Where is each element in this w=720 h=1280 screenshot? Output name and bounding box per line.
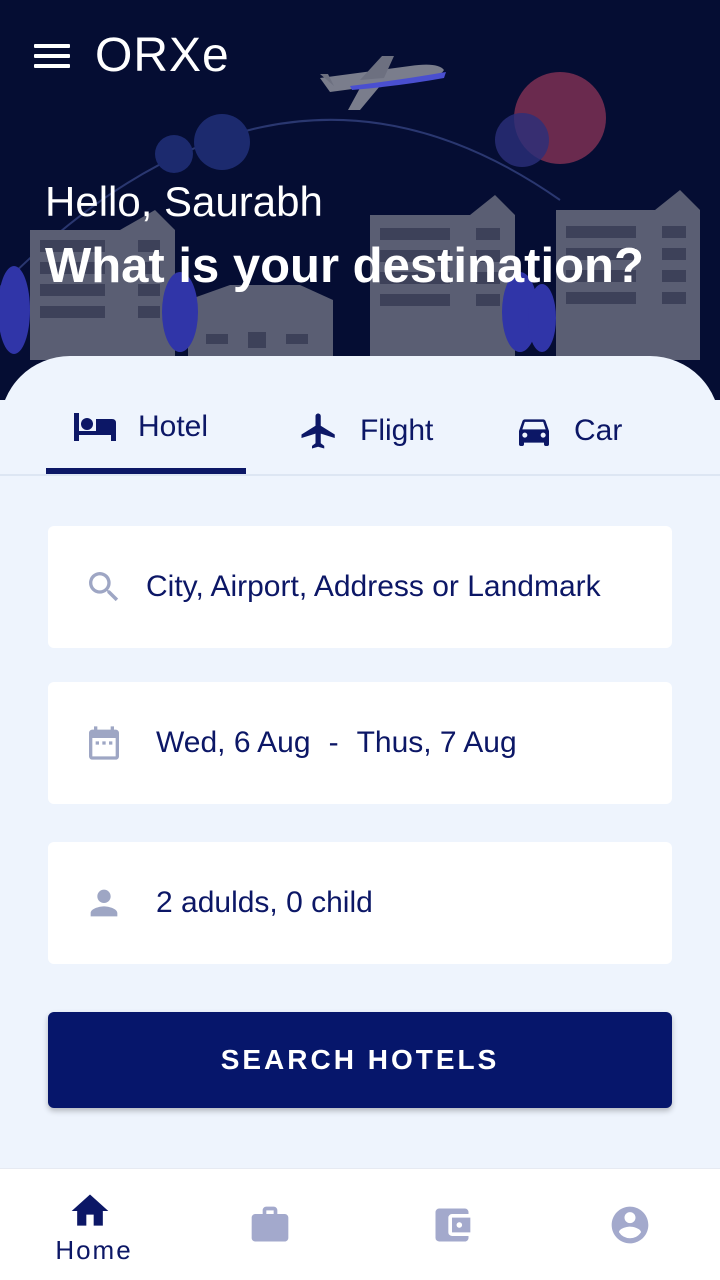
location-search-field[interactable]: City, Airport, Address or Landmark: [48, 526, 672, 648]
airplane-icon: [301, 413, 335, 449]
location-placeholder: City, Airport, Address or Landmark: [146, 570, 601, 603]
briefcase-icon: [251, 1206, 289, 1242]
hamburger-menu-icon[interactable]: [30, 38, 74, 74]
calendar-icon: [89, 726, 119, 760]
nav-home[interactable]: Home: [0, 1169, 180, 1280]
check-in-date: Wed, 6 Aug: [156, 726, 311, 759]
wallet-icon: [435, 1208, 471, 1242]
date-separator: -: [328, 726, 339, 759]
tab-flight-label: Flight: [360, 414, 434, 447]
account-icon: [611, 1206, 649, 1244]
hero-banner: ORXe Hello, Saurabh What is your destina…: [0, 0, 720, 400]
nav-trips[interactable]: [180, 1169, 360, 1280]
nav-profile[interactable]: [540, 1169, 720, 1280]
search-icon: [89, 572, 119, 602]
date-range-field[interactable]: Wed, 6 Aug - Thus, 7 Aug: [48, 682, 672, 804]
date-range-text: Wed, 6 Aug - Thus, 7 Aug: [156, 726, 517, 760]
booking-card: Hotel Flight Car City, Airport, Address …: [0, 356, 720, 1168]
search-hotels-button[interactable]: SEARCH HOTELS: [48, 1012, 672, 1108]
tab-hotel-label: Hotel: [138, 410, 209, 443]
bed-icon: [74, 413, 116, 441]
nav-home-label: Home: [55, 1235, 133, 1265]
check-out-date: Thus, 7 Aug: [356, 726, 517, 759]
guests-field[interactable]: 2 adulds, 0 child: [48, 842, 672, 964]
person-icon: [90, 889, 118, 917]
travel-type-tabs: Hotel Flight Car: [0, 356, 720, 476]
destination-question: What is your destination?: [45, 239, 644, 293]
guests-text: 2 adulds, 0 child: [156, 886, 373, 919]
car-icon: [519, 419, 549, 446]
tab-car-label: Car: [574, 414, 623, 447]
nav-wallet[interactable]: [360, 1169, 540, 1280]
home-icon: [71, 1194, 109, 1226]
tab-selected-indicator: [46, 468, 246, 474]
tab-flight[interactable]: Flight: [298, 396, 433, 466]
top-bar: ORXe: [0, 0, 720, 110]
tab-hotel[interactable]: Hotel: [72, 392, 208, 462]
bottom-navigation: Home: [0, 1168, 720, 1280]
tab-car[interactable]: Car: [514, 396, 622, 466]
app-title: ORXe: [95, 29, 230, 82]
greeting-text: Hello, Saurabh: [45, 178, 323, 225]
